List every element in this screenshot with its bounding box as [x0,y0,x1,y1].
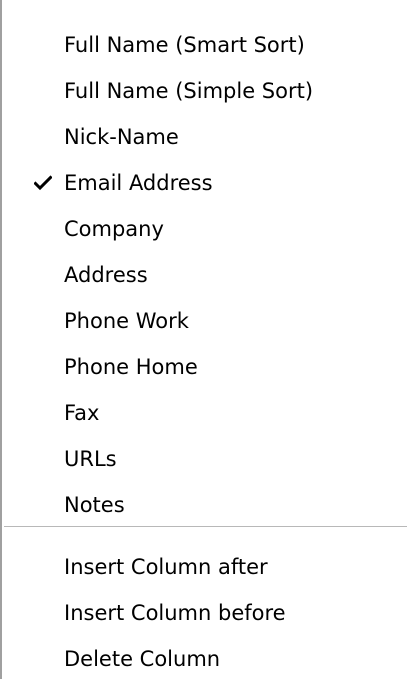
menu-item-phone-home[interactable]: Phone Home [2,344,407,390]
menu-item-phone-work[interactable]: Phone Work [2,298,407,344]
menu-item-email-address[interactable]: Email Address [2,160,407,206]
column-field-group: Full Name (Smart Sort) Full Name (Simple… [2,22,407,528]
menu-item-fax[interactable]: Fax [2,390,407,436]
menu-separator [4,526,407,528]
menu-item-label: Full Name (Smart Sort) [64,33,305,57]
menu-item-insert-column-before[interactable]: Insert Column before [2,590,407,636]
menu-item-label: Full Name (Simple Sort) [64,79,314,103]
menu-item-label: Nick-Name [64,125,179,149]
menu-item-label: Phone Home [64,355,198,379]
menu-item-label: URLs [64,447,117,471]
checkmark-icon [30,160,56,206]
menu-item-address[interactable]: Address [2,252,407,298]
menu-item-nick-name[interactable]: Nick-Name [2,114,407,160]
menu-item-label: Notes [64,493,125,517]
menu-item-label: Insert Column before [64,601,286,625]
menu-item-delete-column[interactable]: Delete Column [2,636,407,679]
menu-item-label: Address [64,263,148,287]
menu-item-label: Phone Work [64,309,189,333]
menu-item-label: Delete Column [64,647,221,671]
menu-item-full-name-simple-sort[interactable]: Full Name (Simple Sort) [2,68,407,114]
column-context-menu: Full Name (Smart Sort) Full Name (Simple… [0,0,407,679]
menu-item-label: Fax [64,401,100,425]
menu-item-label: Email Address [64,171,213,195]
menu-item-urls[interactable]: URLs [2,436,407,482]
menu-item-label: Company [64,217,164,241]
menu-item-full-name-smart-sort[interactable]: Full Name (Smart Sort) [2,22,407,68]
column-action-group: Insert Column after Insert Column before… [2,544,407,679]
menu-item-notes[interactable]: Notes [2,482,407,528]
menu-item-label: Insert Column after [64,555,268,579]
menu-item-insert-column-after[interactable]: Insert Column after [2,544,407,590]
menu-item-company[interactable]: Company [2,206,407,252]
